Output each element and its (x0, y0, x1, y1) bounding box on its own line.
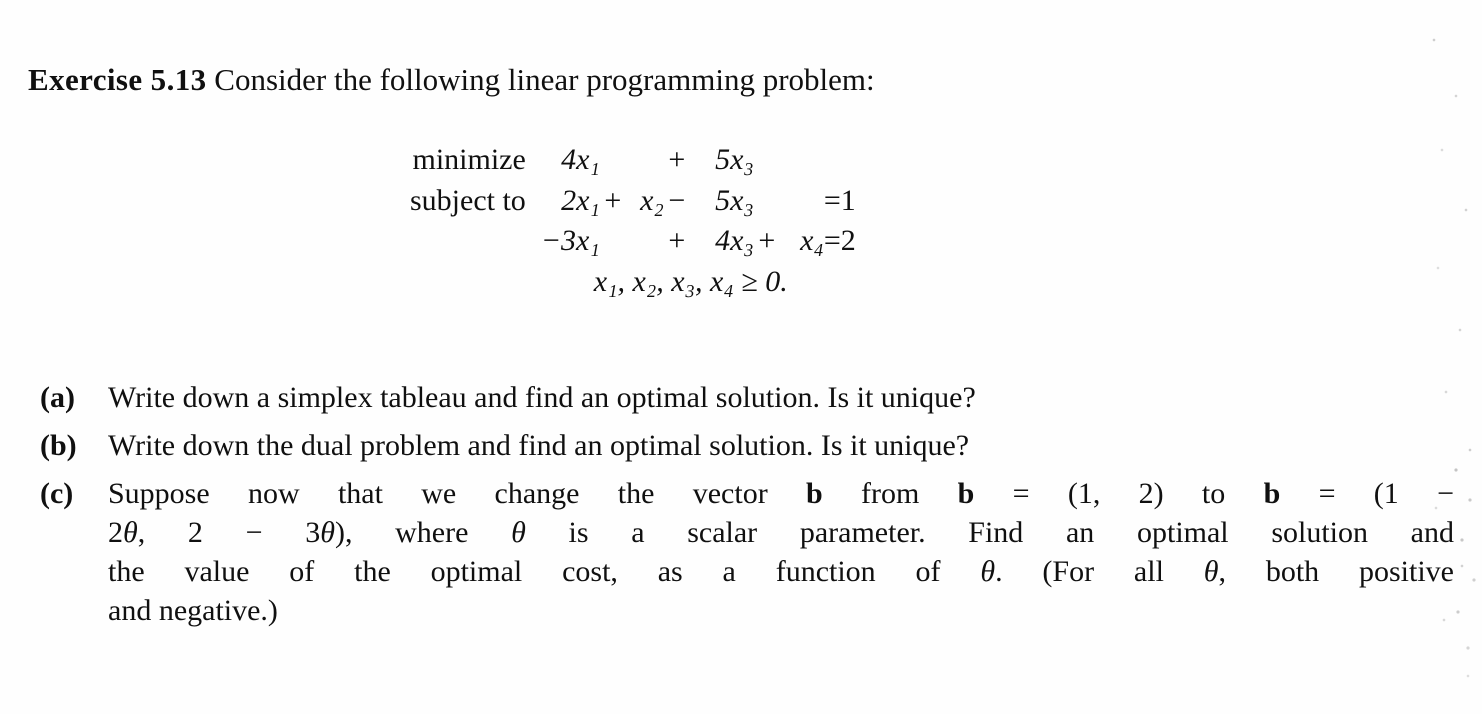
constraint2-operator-2: + (668, 224, 686, 258)
constraint2-rhs: 2 (840, 224, 856, 258)
question-item-list: (a) Write down a simplex tableau and fin… (34, 378, 1454, 639)
constraint-keyword: subject to (410, 183, 526, 217)
exercise-number-label: Exercise 5.13 (28, 62, 207, 97)
objective-term-4 (780, 143, 824, 184)
constraint2-relation: = (823, 224, 841, 258)
item-body-c: Suppose now that we change the vector b … (108, 474, 1454, 630)
nonnegativity-row: x₁, x₂, x₃, x₄ ≥ 0. (410, 265, 856, 306)
item-c-line-4: and negative.) (108, 594, 278, 627)
list-item: (b) Write down the dual problem and find… (34, 426, 1454, 465)
list-item: (a) Write down a simplex tableau and fin… (34, 378, 1454, 417)
constraint2-keyword (410, 224, 526, 265)
linear-program-table: minimize 4x₁ + 5x₃ subject to 2x₁ + x₂ −… (410, 143, 856, 305)
item-label-b: (b) (40, 429, 77, 462)
item-body-b: Write down the dual problem and find an … (108, 426, 1454, 465)
objective-operator-3 (754, 143, 780, 184)
item-label-c: (c) (40, 477, 74, 510)
constraint2-term-4: x₄ (800, 224, 824, 258)
constraint1-operator-1: + (604, 183, 622, 217)
item-c-line-3: the value of the optimal cost, as a func… (108, 555, 1454, 588)
item-c-line-2: 2θ, 2 − 3θ), where θ is a scalar paramet… (108, 516, 1455, 549)
item-b-text: Write down the dual problem and find an … (108, 429, 970, 462)
item-body-a: Write down a simplex tableau and find an… (108, 378, 1454, 417)
objective-operator-1 (600, 143, 626, 184)
constraint-row-1: subject to 2x₁ + x₂ − 5x₃ = 1 (410, 184, 856, 225)
nonnegativity-constraint: x₁, x₂, x₃, x₄ ≥ 0. (593, 264, 788, 298)
constraint2-term-2 (626, 224, 664, 265)
constraint1-operator-3 (754, 184, 780, 225)
constraint1-term-4 (780, 184, 824, 225)
objective-term-2 (626, 143, 664, 184)
constraint1-relation: = (823, 183, 841, 217)
objective-rhs (841, 143, 856, 184)
item-c-line-1: Suppose now that we change the vector b … (108, 477, 1455, 510)
constraint2-operator-1 (600, 224, 626, 265)
constraint1-term-2: x₂ (640, 183, 664, 217)
item-a-text: Write down a simplex tableau and find an… (108, 381, 976, 414)
linear-program-block: minimize 4x₁ + 5x₃ subject to 2x₁ + x₂ −… (410, 143, 856, 305)
objective-term-3: 5x₃ (715, 143, 754, 176)
objective-term-1: 4x₁ (561, 143, 600, 176)
constraint2-operator-3: + (758, 224, 776, 258)
item-label-a: (a) (40, 381, 75, 414)
exercise-heading: Exercise 5.13 Consider the following lin… (28, 62, 875, 98)
objective-relation (824, 143, 841, 184)
constraint1-term-3: 5x₃ (715, 183, 754, 217)
list-item: (c) Suppose now that we change the vecto… (34, 474, 1454, 630)
constraint1-term-1: 2x₁ (561, 183, 600, 217)
scanned-exercise-page: Exercise 5.13 Consider the following lin… (0, 0, 1482, 714)
constraint1-rhs: 1 (840, 183, 856, 217)
objective-operator-2: + (668, 143, 686, 176)
exercise-intro-text: Consider the following linear programmin… (214, 62, 875, 97)
constraint2-term-3: 4x₃ (715, 224, 754, 258)
constraint2-term-1: −3x₁ (540, 224, 600, 258)
constraint-row-2: −3x₁ + 4x₃ + x₄ = 2 (410, 224, 856, 265)
constraint1-operator-2: − (668, 183, 686, 217)
objective-row: minimize 4x₁ + 5x₃ (410, 143, 856, 184)
objective-keyword: minimize (412, 143, 526, 176)
